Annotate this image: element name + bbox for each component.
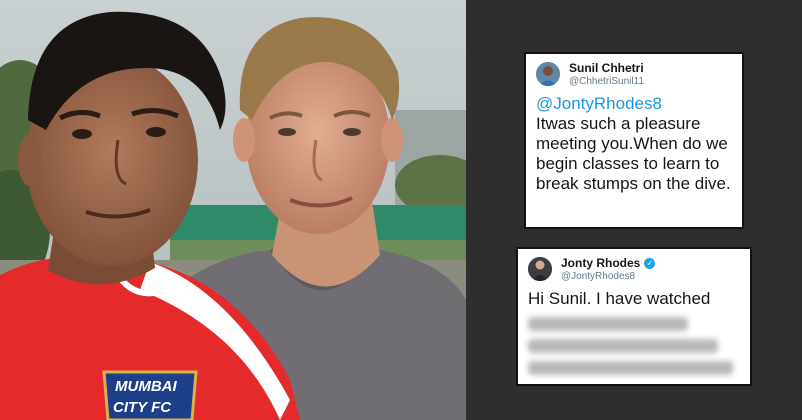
blurred-tweet-text (518, 317, 750, 375)
tweet-author-handle[interactable]: @JontyRhodes8 (561, 271, 635, 282)
tweet-author-handle[interactable]: @ChhetriSunil11 (569, 76, 644, 87)
avatar[interactable] (528, 257, 552, 281)
verified-badge-icon: ✓ (644, 258, 656, 269)
tweets-panel: Sunil Chhetri @ChhetriSunil11 @JontyRhod… (466, 0, 802, 420)
crest-line-1: MUMBAI (115, 378, 177, 395)
tweet-card-sunil[interactable]: Sunil Chhetri @ChhetriSunil11 @JontyRhod… (524, 52, 744, 229)
club-crest: MUMBAI CITY FC (102, 370, 198, 420)
crest-line-2: CITY FC (113, 399, 172, 416)
tweet-author-name[interactable]: Sunil Chhetri (569, 61, 644, 75)
blurred-line (528, 361, 733, 375)
tweet-author-name[interactable]: Jonty Rhodes ✓ (561, 256, 656, 270)
tweet-mention-link[interactable]: @JontyRhodes8 (536, 94, 662, 113)
tweet-body: @JontyRhodes8 Itwas such a pleasure meet… (526, 90, 742, 194)
tweet-header: Jonty Rhodes ✓ @JontyRhodes8 (518, 249, 750, 285)
tweet-card-jonty[interactable]: Jonty Rhodes ✓ @JontyRhodes8 Hi Sunil. I … (516, 247, 752, 386)
selfie-photo: MUMBAI CITY FC (0, 0, 466, 420)
tweet-body: Hi Sunil. I have watched (518, 285, 750, 309)
tweet-header: Sunil Chhetri @ChhetriSunil11 (526, 54, 742, 90)
avatar[interactable] (536, 62, 560, 86)
tweet-text: Hi Sunil. I have watched (528, 289, 711, 308)
tweet-text: Itwas such a pleasure meeting you.When d… (536, 114, 731, 193)
author-name-text: Jonty Rhodes (561, 256, 641, 270)
blurred-line (528, 317, 688, 331)
blurred-line (528, 339, 718, 353)
